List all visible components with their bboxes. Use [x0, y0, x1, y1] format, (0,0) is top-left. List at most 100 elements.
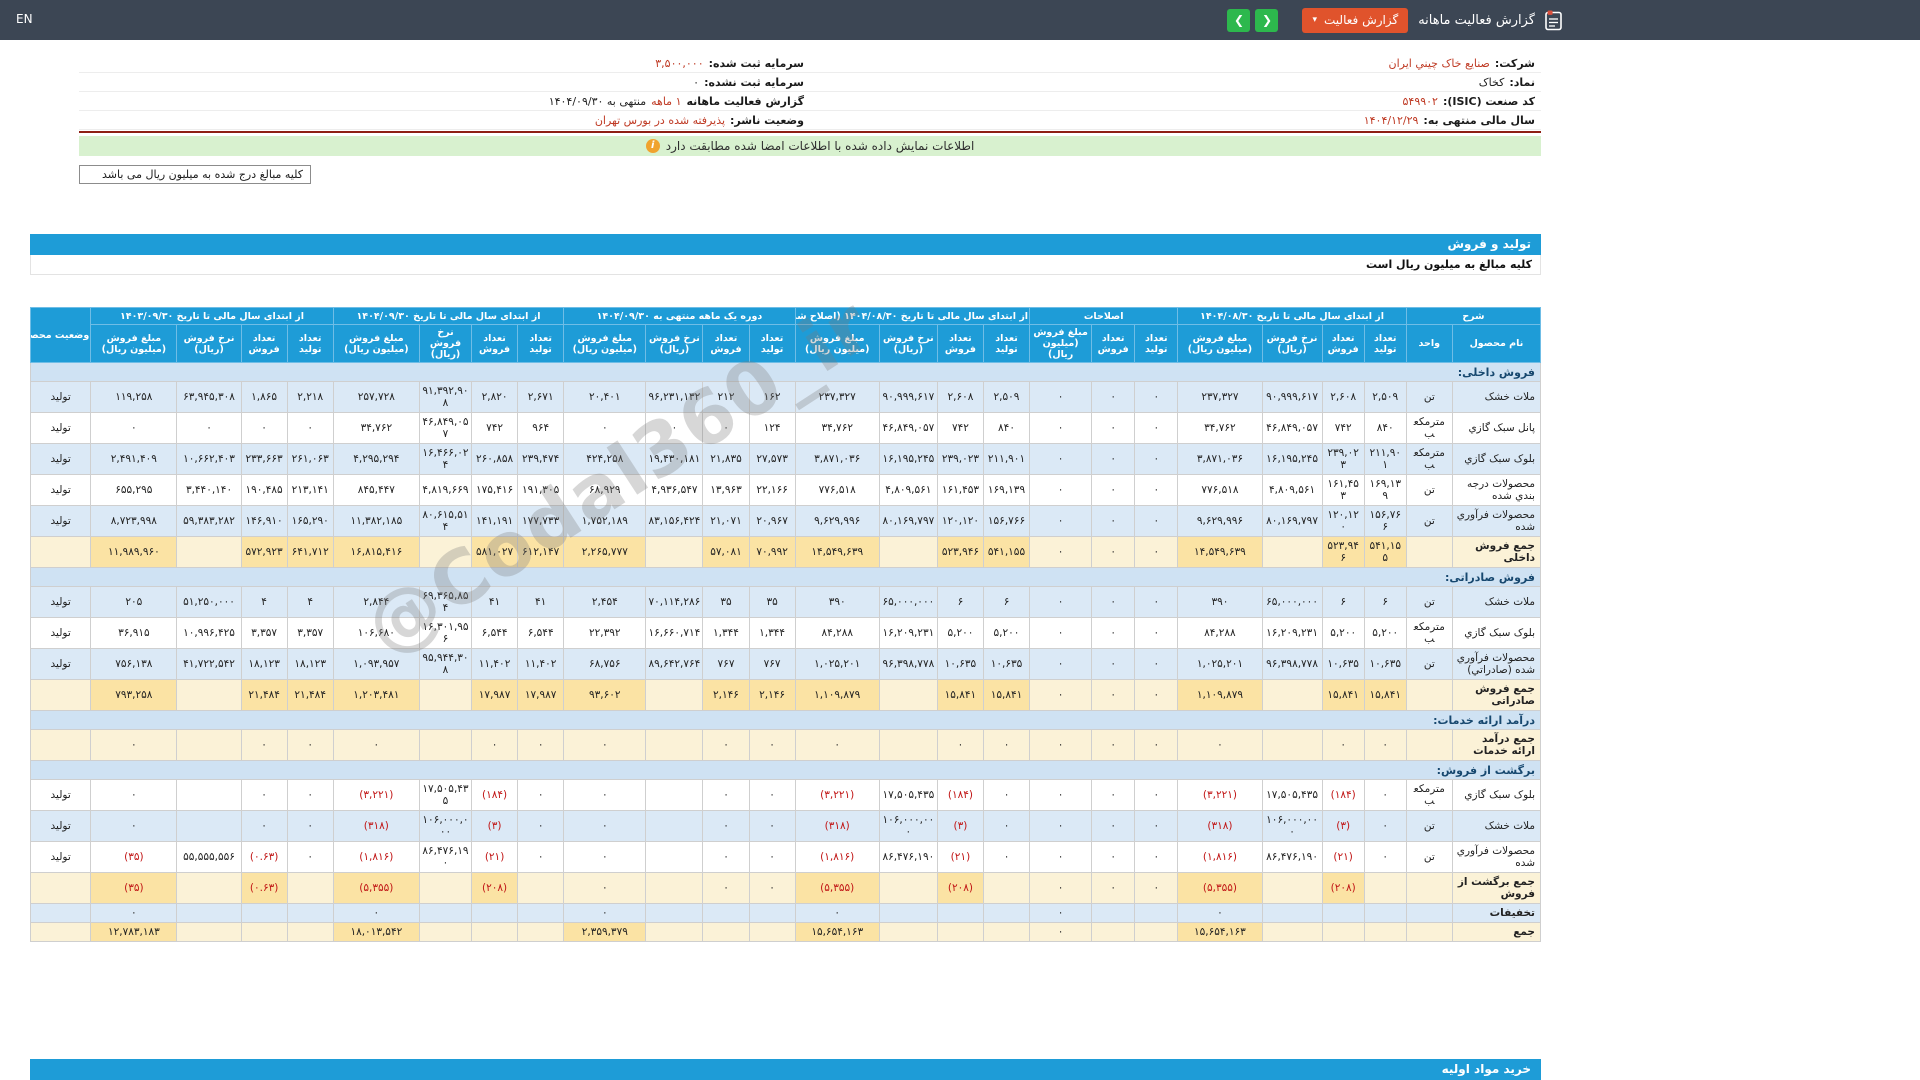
column-header: تعداد تولید	[517, 324, 565, 363]
value-cell: ۱,۲۰۳,۴۸۱	[332, 679, 420, 711]
value-cell	[645, 922, 704, 942]
value-cell: ۲۳۳,۶۶۳	[240, 443, 288, 475]
value-cell: ۰	[794, 903, 880, 923]
value-cell: ۰	[563, 779, 647, 811]
value-cell: ۴,۸۰۹,۵۶۱	[1261, 474, 1323, 506]
value-cell: ۰	[1177, 729, 1263, 761]
value-cell: ۰	[702, 779, 750, 811]
language-toggle[interactable]: EN	[16, 12, 33, 26]
value-cell: ۰	[982, 841, 1031, 873]
value-cell: ۰	[1091, 505, 1136, 537]
value-cell	[748, 903, 796, 923]
status-cell: تولید	[29, 648, 92, 680]
info-label: سال مالی منتهی به:	[1423, 113, 1535, 127]
value-cell	[176, 536, 242, 568]
value-cell: ۷۰,۱۱۴,۲۸۶	[645, 586, 704, 618]
value-cell	[645, 729, 704, 761]
value-cell: ۳۹۰	[794, 586, 880, 618]
section-row-label: برگشت از فروش:	[30, 760, 1541, 780]
top-bar: گزارش فعالیت ماهانه گزارش فعالیت ▾ ❮ ❯ E…	[0, 0, 1920, 40]
value-cell: ۰	[563, 810, 647, 842]
value-cell	[418, 872, 473, 904]
value-cell: ۱۴,۵۴۹,۶۳۹	[794, 536, 880, 568]
value-cell: ۰	[748, 841, 796, 873]
info-label: کد صنعت (ISIC):	[1442, 94, 1535, 108]
value-cell: ۶۱۲,۱۴۷	[517, 536, 565, 568]
value-cell: ۳۴,۷۶۲	[1177, 412, 1263, 444]
value-cell: ۰	[517, 810, 565, 842]
value-cell: ۰	[286, 729, 334, 761]
value-cell: ۵,۲۰۰	[936, 617, 984, 649]
value-cell: ۴	[286, 586, 334, 618]
value-cell: ۲۰,۴۰۱	[563, 381, 647, 413]
prev-report-button[interactable]: ❯	[1227, 8, 1251, 32]
value-cell: ۵۸۱,۰۲۷	[471, 536, 519, 568]
next-report-button[interactable]: ❮	[1255, 8, 1279, 32]
value-cell: ۷۶۷	[748, 648, 796, 680]
value-cell: ۰	[1134, 381, 1179, 413]
value-cell: ۰	[1091, 443, 1136, 475]
product-name-cell: بلوک سبک گازي	[1451, 443, 1542, 475]
unit-cell: تن	[1405, 841, 1453, 873]
value-cell	[982, 872, 1031, 904]
info-label: گزارش فعالیت ماهانه	[686, 94, 805, 108]
value-cell: ۸۴۰	[982, 412, 1031, 444]
value-cell	[471, 922, 519, 942]
value-cell: ۰	[1029, 779, 1093, 811]
divider	[79, 131, 1541, 133]
value-cell: ۰	[702, 810, 750, 842]
value-cell: ۰	[1091, 729, 1136, 761]
value-cell	[517, 922, 565, 942]
value-cell: ۱۵,۸۴۱	[1321, 679, 1365, 711]
table-row: محصولات درجه بندي شده تن ۱۶۹,۱۳۹ ۱۶۱,۴۵۳ ۴,۸…	[29, 474, 1542, 506]
value-cell: ۰	[1091, 381, 1136, 413]
info-label: وضعیت ناشر:	[730, 113, 804, 127]
value-cell: ۳۵	[702, 586, 750, 618]
table-row: جمع فروش صادراتی ۱۵,۸۴۱ ۱۵,۸۴۱ ۱,۱۰۹,۸۷۹ ۰ ۰ ۰…	[29, 679, 1542, 711]
value-cell: ۷۷۶,۵۱۸	[794, 474, 880, 506]
value-cell: (۳,۲۲۱)	[1177, 779, 1263, 811]
value-cell: ۸۶,۴۷۶,۱۹۰	[418, 841, 473, 873]
value-cell: ۰	[748, 729, 796, 761]
value-cell: ۰	[332, 903, 420, 923]
value-cell: ۱۰,۶۶۲,۴۰۳	[176, 443, 242, 475]
column-header: مبلغ فروش (میلیون ریال)	[563, 324, 647, 363]
value-cell: ۰	[240, 779, 288, 811]
report-icon	[1545, 10, 1562, 31]
value-cell: ۱۶۱,۴۵۳	[936, 474, 984, 506]
value-cell	[878, 922, 938, 942]
value-cell: ۴,۸۰۹,۵۶۱	[878, 474, 938, 506]
report-type-button[interactable]: گزارش فعالیت ▾	[1302, 7, 1409, 33]
column-header: نرخ فروش (ریال)	[645, 324, 704, 363]
status-cell: تولید	[29, 505, 92, 537]
value-cell: ۶۸,۹۲۹	[563, 474, 647, 506]
value-cell: ۱۰۶,۰۰۰,۰۰۰	[1261, 810, 1323, 842]
value-cell: ۰	[1091, 779, 1136, 811]
value-cell: ۹۶۴	[517, 412, 565, 444]
status-cell: تولید	[29, 474, 92, 506]
value-cell	[418, 729, 473, 761]
value-cell: ۱۲۴	[748, 412, 796, 444]
value-cell: ۰	[332, 729, 420, 761]
value-cell: ۰	[1029, 443, 1093, 475]
value-cell: ۲,۳۵۹,۳۷۹	[563, 922, 647, 942]
table-row: درآمد ارائه خدمات:	[30, 710, 1541, 730]
column-header: تعداد فروش	[240, 324, 288, 363]
value-cell	[878, 536, 938, 568]
value-cell: (۱۸۴)	[936, 779, 984, 811]
value-cell	[748, 922, 796, 942]
table-row: بلوک سبک گازي مترمکعب ۵,۲۰۰ ۵,۲۰۰ ۱۶,۲۰۹,۲۳۱…	[29, 617, 1542, 649]
value-cell: ۶۹,۳۶۵,۸۵۴	[418, 586, 473, 618]
value-cell: ۰	[90, 810, 178, 842]
value-cell: ۰	[1134, 810, 1179, 842]
value-cell	[982, 903, 1031, 923]
value-cell: (۱,۸۱۶)	[794, 841, 880, 873]
value-cell: ۳,۳۵۷	[286, 617, 334, 649]
value-cell: ۴,۸۱۹,۶۶۹	[418, 474, 473, 506]
value-cell: ۰	[563, 872, 647, 904]
info-label: سرمایه ثبت شده:	[708, 56, 804, 70]
value-cell	[1363, 903, 1407, 923]
value-cell	[936, 903, 984, 923]
unit-cell	[1405, 872, 1453, 904]
column-header: دوره یک ماهه منتهی به ۱۴۰۴/۰۹/۳۰	[563, 307, 796, 325]
